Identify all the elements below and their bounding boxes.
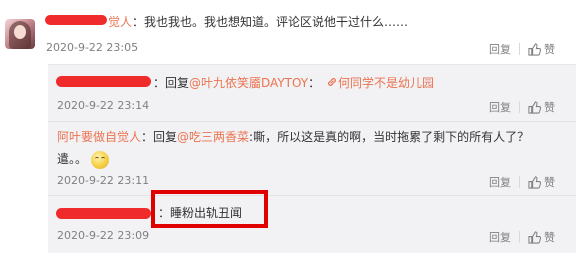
redacted-username: [56, 208, 151, 219]
like-button[interactable]: 赞: [528, 41, 555, 57]
link-icon[interactable]: [326, 76, 338, 91]
reply-body-line2: 遣。。: [57, 150, 110, 169]
reply-body: 阿叶要做自觉人：回复@吃三两香菜:嘶，所以这是真的啊，当时拖累了剩下的所有人了？: [57, 128, 529, 145]
reply-button[interactable]: 回复: [489, 174, 511, 190]
thumbs-up-icon: [528, 42, 541, 56]
reply-actions: 回复 赞: [489, 174, 555, 190]
reply-username[interactable]: 阿叶要做自觉人: [57, 130, 141, 144]
redacted-username: [56, 76, 151, 87]
like-button[interactable]: 赞: [528, 99, 555, 115]
reply-divider: [48, 195, 576, 196]
action-divider: [519, 43, 520, 55]
reply-time: 2020-9-22 23:11: [57, 174, 150, 187]
comment-actions: 回复 赞: [489, 41, 555, 57]
redacted-username: [45, 15, 107, 25]
reply-time: 2020-9-22 23:09: [57, 229, 150, 242]
reply-list: [48, 64, 576, 253]
reply-prefix: ：回复: [153, 76, 190, 90]
avatar[interactable]: [5, 19, 35, 49]
like-button[interactable]: 赞: [528, 229, 555, 245]
thumbs-up-icon: [528, 100, 541, 114]
comment-text: ：我也我也。我也想知道。评论区说他干过什么……: [132, 15, 409, 29]
mention-link[interactable]: @叶九依笑靥DAYTOY: [189, 76, 308, 90]
reply-button[interactable]: 回复: [489, 229, 511, 245]
highlight-box: [151, 190, 268, 228]
thumbs-up-icon: [528, 175, 541, 189]
reply-time: 2020-9-22 23:14: [57, 99, 150, 112]
action-divider: [519, 176, 520, 188]
thumbs-up-icon: [528, 230, 541, 244]
comment-body: 觉人：我也我也。我也想知道。评论区说他干过什么……: [108, 13, 408, 30]
grin-emoji-icon: [91, 150, 110, 169]
like-label: 赞: [544, 176, 555, 189]
reply-button[interactable]: 回复: [489, 99, 511, 115]
reply-actions: 回复 赞: [489, 229, 555, 245]
like-label: 赞: [544, 101, 555, 114]
reply-colon: ：: [308, 76, 321, 90]
comment-time: 2020-9-22 23:05: [46, 41, 139, 54]
like-label: 赞: [544, 231, 555, 244]
mention-link[interactable]: @吃三两香菜: [177, 130, 249, 144]
action-divider: [519, 231, 520, 243]
reply-text: :嘶，所以这是真的啊，当时拖累了剩下的所有人了？: [249, 130, 530, 144]
like-button[interactable]: 赞: [528, 174, 555, 190]
web-link[interactable]: 何同学不是幼儿园: [338, 76, 434, 90]
reply-divider: [48, 121, 576, 122]
reply-body: ：回复@叶九依笑靥DAYTOY： 何同学不是幼儿园: [153, 74, 434, 91]
reply-button[interactable]: 回复: [489, 41, 511, 57]
reply-text-continued: 遣。。: [57, 152, 88, 166]
reply-actions: 回复 赞: [489, 99, 555, 115]
like-label: 赞: [544, 43, 555, 56]
reply-prefix: ：回复: [141, 130, 178, 144]
action-divider: [519, 101, 520, 113]
comment-username[interactable]: 觉人: [108, 15, 132, 29]
